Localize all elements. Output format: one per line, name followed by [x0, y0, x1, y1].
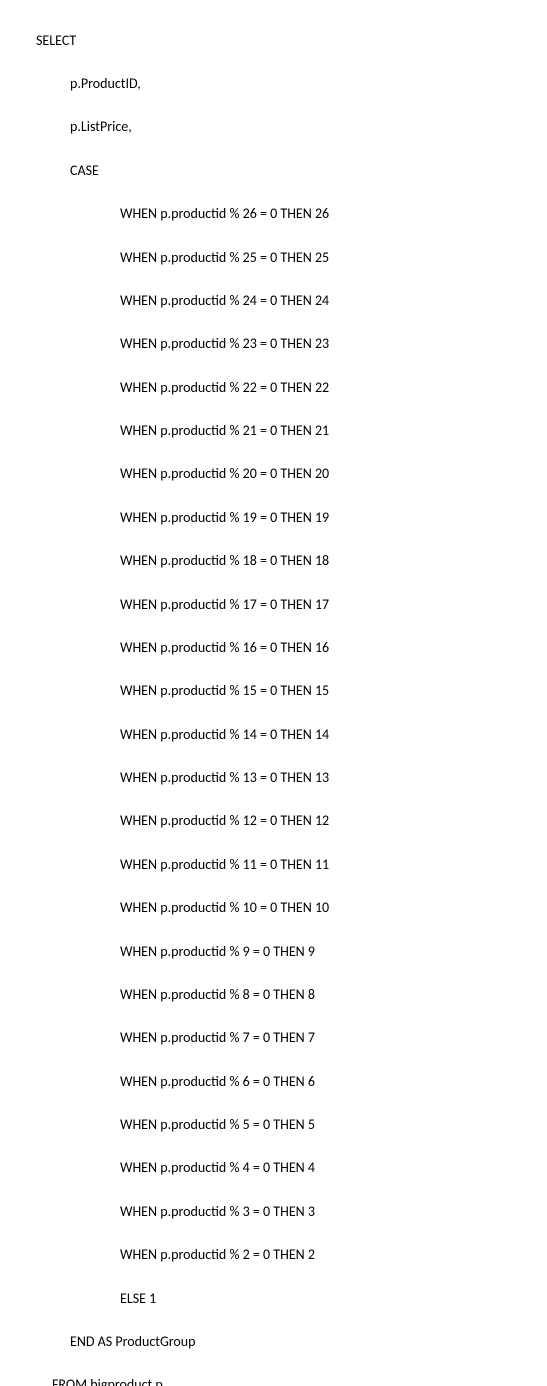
code-line: WHEN p.productid % 9 = 0 THEN 9 [36, 941, 539, 963]
code-line: WHEN p.productid % 4 = 0 THEN 4 [36, 1157, 539, 1179]
code-line: ELSE 1 [36, 1288, 539, 1310]
code-line: WHEN p.productid % 15 = 0 THEN 15 [36, 680, 539, 702]
code-line: WHEN p.productid % 21 = 0 THEN 21 [36, 420, 539, 442]
code-line: WHEN p.productid % 10 = 0 THEN 10 [36, 897, 539, 919]
code-line: WHEN p.productid % 25 = 0 THEN 25 [36, 247, 539, 269]
code-line: WHEN p.productid % 17 = 0 THEN 17 [36, 594, 539, 616]
code-line: WHEN p.productid % 24 = 0 THEN 24 [36, 290, 539, 312]
code-line: WHEN p.productid % 5 = 0 THEN 5 [36, 1114, 539, 1136]
code-line: END AS ProductGroup [36, 1331, 539, 1353]
code-line: WHEN p.productid % 26 = 0 THEN 26 [36, 203, 539, 225]
code-line: WHEN p.productid % 20 = 0 THEN 20 [36, 463, 539, 485]
code-line: CASE [36, 160, 539, 182]
code-line: WHEN p.productid % 16 = 0 THEN 16 [36, 637, 539, 659]
code-line: WHEN p.productid % 18 = 0 THEN 18 [36, 550, 539, 572]
code-line: WHEN p.productid % 11 = 0 THEN 11 [36, 854, 539, 876]
sql-code-block: SELECT p.ProductID, p.ListPrice, CASE WH… [36, 8, 539, 1386]
code-line: WHEN p.productid % 3 = 0 THEN 3 [36, 1201, 539, 1223]
code-line: WHEN p.productid % 8 = 0 THEN 8 [36, 984, 539, 1006]
code-line: WHEN p.productid % 12 = 0 THEN 12 [36, 810, 539, 832]
code-line: WHEN p.productid % 22 = 0 THEN 22 [36, 377, 539, 399]
code-line: WHEN p.productid % 13 = 0 THEN 13 [36, 767, 539, 789]
code-line: WHEN p.productid % 2 = 0 THEN 2 [36, 1244, 539, 1266]
code-line: WHEN p.productid % 6 = 0 THEN 6 [36, 1071, 539, 1093]
code-line: SELECT [36, 30, 539, 52]
code-line: WHEN p.productid % 7 = 0 THEN 7 [36, 1027, 539, 1049]
code-line: WHEN p.productid % 14 = 0 THEN 14 [36, 724, 539, 746]
code-line: WHEN p.productid % 23 = 0 THEN 23 [36, 333, 539, 355]
code-line: p.ListPrice, [36, 116, 539, 138]
code-line: p.ProductID, [36, 73, 539, 95]
code-line: FROM bigproduct p [36, 1374, 539, 1386]
code-line: WHEN p.productid % 19 = 0 THEN 19 [36, 507, 539, 529]
